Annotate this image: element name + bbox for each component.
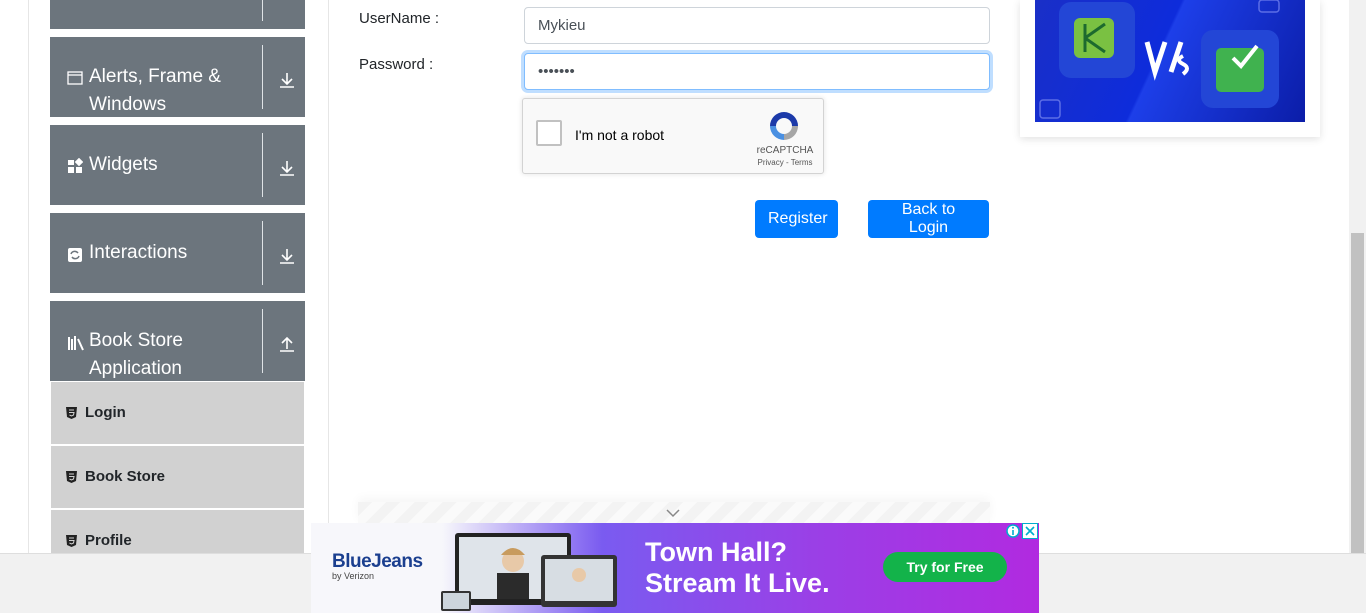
sidebar-group-collapsed[interactable] <box>50 0 305 29</box>
devices-image <box>441 533 617 611</box>
download-arrow-icon <box>280 73 294 88</box>
sidebar-group-book-store[interactable]: Book Store Application <box>50 301 305 381</box>
sidebar-group-interactions[interactable]: Interactions <box>50 213 305 293</box>
advertisement-banner[interactable]: BlueJeans by Verizon Town Hall? Stream I… <box>311 523 1039 613</box>
menu-item-login[interactable]: Login <box>51 382 304 444</box>
ad-close-icon[interactable] <box>1022 523 1038 539</box>
recaptcha-label: I'm not a robot <box>575 127 665 143</box>
recaptcha-checkbox[interactable] <box>536 120 562 146</box>
content-border <box>328 0 329 553</box>
left-border <box>28 0 29 553</box>
download-arrow-icon <box>280 249 294 264</box>
group-divider <box>262 0 263 21</box>
html5-icon <box>66 471 77 483</box>
interactions-icon <box>68 248 82 262</box>
html5-icon <box>66 535 77 547</box>
sidebar-group-label: Alerts, Frame & Windows <box>89 66 221 115</box>
ad-brand-logo: BlueJeans <box>332 551 423 572</box>
back-to-login-button[interactable]: Back to Login <box>868 200 989 238</box>
ad-headline-line2: Stream It Live. <box>645 568 830 598</box>
menu-item-label: Profile <box>85 532 132 549</box>
menu-item-profile[interactable]: Profile <box>51 510 304 553</box>
sidebar-group-widgets[interactable]: Widgets <box>50 125 305 205</box>
password-input[interactable] <box>524 53 990 90</box>
books-icon <box>68 336 84 351</box>
adchoices-icon[interactable] <box>1006 524 1020 538</box>
sidebar-group-label: Interactions <box>89 242 188 263</box>
chevron-down-icon[interactable] <box>666 508 680 518</box>
recaptcha-logo-icon <box>770 112 798 140</box>
recaptcha-widget: I'm not a robot reCAPTCHA Privacy - Term… <box>522 98 824 174</box>
promo-card[interactable] <box>1020 0 1320 137</box>
upload-arrow-icon <box>280 336 294 352</box>
menu-item-book-store[interactable]: Book Store <box>51 446 304 508</box>
menu-item-label: Book Store <box>85 468 166 485</box>
menu-item-label: Login <box>85 404 126 421</box>
sidebar-group-alerts[interactable]: Alerts, Frame & Windows <box>50 37 305 117</box>
ad-headline-line1: Town Hall? <box>645 537 787 567</box>
scrollbar-thumb[interactable] <box>1351 233 1364 553</box>
sidebar-group-label: Widgets <box>89 154 158 175</box>
username-input[interactable] <box>524 7 990 44</box>
ad-brand-sub: by Verizon <box>332 571 375 581</box>
username-label: UserName : <box>359 10 440 27</box>
window-icon <box>67 71 83 85</box>
recaptcha-brand: reCAPTCHA <box>756 145 814 156</box>
html5-icon <box>66 407 77 419</box>
group-divider <box>262 133 263 197</box>
promo-image[interactable] <box>1035 0 1305 122</box>
widgets-icon <box>68 158 83 173</box>
recaptcha-terms-link[interactable]: Privacy - Terms <box>749 158 821 167</box>
sidebar-group-label: Book Store Application <box>89 330 183 379</box>
password-label: Password : <box>359 56 434 73</box>
ad-cta-button[interactable]: Try for Free <box>883 552 1007 582</box>
group-divider <box>262 45 263 109</box>
download-arrow-icon <box>280 161 294 176</box>
group-divider <box>262 221 263 285</box>
group-divider <box>262 309 263 373</box>
register-button[interactable]: Register <box>755 200 838 238</box>
katalon-vs-selenium-graphic <box>1039 0 1280 119</box>
